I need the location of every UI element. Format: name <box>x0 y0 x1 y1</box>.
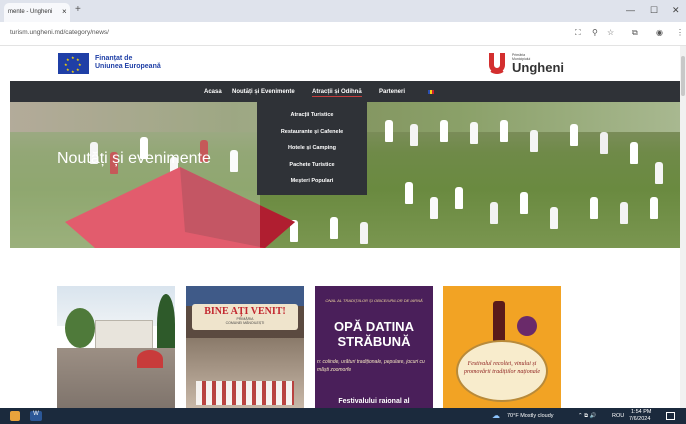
extensions-icon[interactable]: ⧉ <box>632 28 638 38</box>
poster-header: ONAL AL TRADIȚIILOR ȘI OBICEIURILOR DE I… <box>325 298 423 303</box>
eu-funding-label: Finanțat de Uniunea Europeană <box>95 55 161 70</box>
weather-icon[interactable]: ☁ <box>492 411 502 420</box>
menu-icon[interactable]: ⋮ <box>676 28 684 37</box>
dancer <box>330 217 338 239</box>
site-header: ★ ★ ★ ★ ★ ★ ★ ★ Finanțat de Uniunea European… <box>0 46 686 80</box>
festival-text: Festivalul recoltei, vinului și promovăr… <box>463 361 541 375</box>
poster-title: STRĂBUNĂ <box>337 334 411 349</box>
attractions-dropdown: Atracții Turistice Restaurante și Cafene… <box>257 102 367 195</box>
dancer <box>455 187 463 209</box>
dancer <box>570 124 578 146</box>
minimize-icon[interactable]: — <box>626 5 635 15</box>
hero-overlay <box>10 102 260 248</box>
browser-tab-bar: mente - Ungheni × + — ☐ ✕ <box>0 0 686 22</box>
poster-title: OPĂ DATINA <box>334 319 414 334</box>
banner-text: BINE AȚI VENIT! <box>204 306 286 317</box>
nav-item-partners[interactable]: Parteneri <box>379 89 405 95</box>
dropdown-item-restaurants[interactable]: Restaurante și Cafenele <box>257 129 367 135</box>
bookmark-star-icon[interactable]: ☆ <box>607 28 614 37</box>
new-tab-button[interactable]: + <box>75 4 81 15</box>
tree <box>157 294 175 354</box>
poster-footer: Festivalului raional al <box>338 398 410 405</box>
dancer <box>430 197 438 219</box>
clock-date[interactable]: 7/6/2024 <box>629 416 650 422</box>
translate-icon[interactable]: ⛶ <box>575 28 581 38</box>
clock-time[interactable]: 1:54 PM <box>631 409 651 415</box>
banner-sub: COMUNEI MĂNOILEȘTI <box>225 321 265 325</box>
romanian-flag-icon[interactable] <box>428 90 434 94</box>
dancer <box>490 202 498 224</box>
tree <box>65 308 95 348</box>
page-scrollbar[interactable] <box>680 46 686 408</box>
url-field[interactable]: turism.ungheni.md/category/news/ <box>10 29 109 36</box>
browser-tab[interactable]: mente - Ungheni × <box>4 3 70 22</box>
dancer <box>650 197 658 219</box>
dancer <box>590 197 598 219</box>
dancer <box>630 142 638 164</box>
weather-label[interactable]: 70°F Mostly cloudy <box>507 413 554 419</box>
nav-item-attractions[interactable]: Atracții și Odihnă <box>312 89 362 97</box>
dancer <box>655 162 663 184</box>
notification-icon[interactable] <box>666 412 675 420</box>
address-bar: turism.ungheni.md/category/news/ ⛶ ⚲ ☆ ⧉… <box>0 22 686 46</box>
tab-close-icon[interactable]: × <box>62 7 67 16</box>
nav-item-home[interactable]: Acasa <box>204 89 222 95</box>
close-window-icon[interactable]: ✕ <box>672 5 680 16</box>
ungheni-logo-icon[interactable] <box>487 51 507 76</box>
tab-title: mente - Ungheni <box>8 9 53 15</box>
dancer <box>410 124 418 146</box>
maximize-icon[interactable]: ☐ <box>650 5 658 16</box>
eu-flag-icon: ★ ★ ★ ★ ★ ★ ★ ★ <box>58 53 89 74</box>
app-icon[interactable] <box>10 411 20 421</box>
dropdown-item-attractions[interactable]: Atracții Turistice <box>257 112 367 118</box>
main-nav: Acasa Noutăți și Evenimente Atracții și … <box>10 81 680 102</box>
language-indicator[interactable]: ROU <box>612 413 624 419</box>
dropdown-item-craftsmen[interactable]: Meșteri Populari <box>257 178 367 184</box>
scrollbar-thumb[interactable] <box>681 56 685 96</box>
hero-title: Noutăți și evenimente <box>57 150 211 167</box>
logo-title[interactable]: Ungheni <box>512 60 564 75</box>
dancer <box>500 120 508 142</box>
tray-icons[interactable]: ⌃ ⧉ 🔊 <box>578 413 596 420</box>
dancer <box>520 192 528 214</box>
profile-icon[interactable]: ◉ <box>656 28 663 37</box>
poster-subtitle: n: colinde, urături tradiționale, pepula… <box>317 359 425 373</box>
dancer <box>385 120 393 142</box>
dancer <box>440 120 448 142</box>
taskbar: W ☁ 70°F Mostly cloudy ⌃ ⧉ 🔊 ROU 1:54 PM… <box>0 408 686 424</box>
nav-item-news[interactable]: Noutăți și Evenimente <box>232 89 295 95</box>
dancer <box>530 130 538 152</box>
wine-bottle <box>493 301 505 341</box>
dropdown-item-hotels[interactable]: Hotele și Camping <box>257 145 367 151</box>
banner-top <box>186 286 304 306</box>
news-card[interactable]: Festivalul recoltei, vinului și promovăr… <box>443 286 561 408</box>
news-card[interactable]: BINE AȚI VENIT! PRIMĂRIA COMUNEI MĂNOILE… <box>186 286 304 408</box>
dancer <box>620 202 628 224</box>
word-icon[interactable]: W <box>30 411 42 421</box>
news-card[interactable]: ONAL AL TRADIȚIILOR ȘI OBICEIURILOR DE I… <box>315 286 433 408</box>
dancer <box>360 222 368 244</box>
grapes <box>517 316 537 336</box>
zoom-icon[interactable]: ⚲ <box>592 28 598 37</box>
dancer <box>470 122 478 144</box>
dancer <box>405 182 413 204</box>
dropdown-item-packages[interactable]: Pachete Turistice <box>257 162 367 168</box>
welcome-banner: BINE AȚI VENIT! PRIMĂRIA COMUNEI MĂNOILE… <box>192 304 298 330</box>
tent <box>137 350 163 368</box>
news-card[interactable] <box>57 286 175 408</box>
dancer <box>550 207 558 229</box>
dancer <box>600 132 608 154</box>
building <box>95 320 153 350</box>
crowd <box>196 381 294 405</box>
